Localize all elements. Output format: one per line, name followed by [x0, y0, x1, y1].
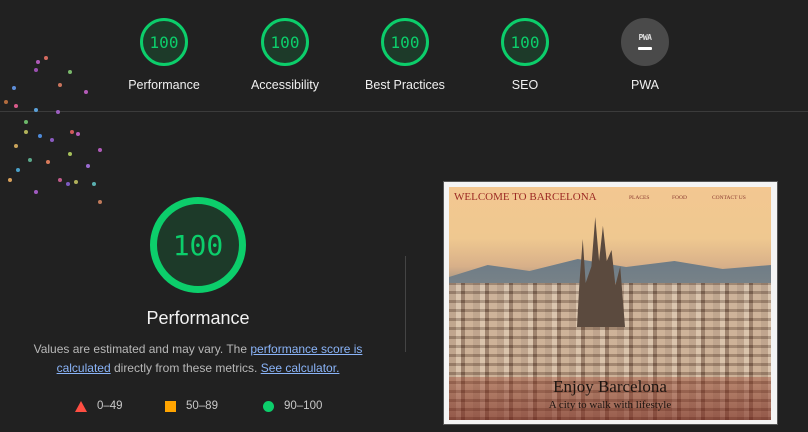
- confetti-decoration: [0, 40, 120, 220]
- description-text: Values are estimated and may vary. The: [33, 342, 251, 356]
- confetti-dot: [56, 110, 60, 114]
- confetti-dot: [36, 60, 40, 64]
- see-calculator-link[interactable]: See calculator.: [261, 361, 340, 375]
- gauge-accessibility[interactable]: 100 Accessibility: [225, 18, 345, 92]
- score-ring: 100: [140, 18, 188, 66]
- gauge-pwa[interactable]: PWA PWA: [585, 18, 705, 92]
- score-ring: 100: [261, 18, 309, 66]
- score-value: 100: [149, 32, 179, 52]
- barcelona-page-screenshot: WELCOME TO BARCELONA PLACES FOOD CONTACT…: [449, 187, 771, 420]
- fail-triangle-icon: [75, 400, 87, 412]
- score-value: 100: [270, 32, 300, 52]
- confetti-dot: [92, 182, 96, 186]
- confetti-dot: [16, 168, 20, 172]
- site-nav-places: PLACES: [629, 195, 650, 201]
- average-square-icon: [165, 400, 176, 412]
- confetti-dot: [86, 164, 90, 168]
- confetti-dot: [12, 86, 16, 90]
- confetti-dot: [34, 68, 38, 72]
- confetti-dot: [50, 138, 54, 142]
- confetti-dot: [24, 120, 28, 124]
- section-divider: [405, 256, 406, 352]
- confetti-dot: [24, 130, 28, 134]
- confetti-dot: [46, 160, 50, 164]
- gauge-seo[interactable]: 100 SEO: [465, 18, 585, 92]
- confetti-dot: [8, 178, 12, 182]
- legend-label: 0–49: [97, 400, 123, 412]
- gauge-label: SEO: [511, 78, 539, 92]
- hero-subtitle: A city to walk with lifestyle: [548, 399, 672, 411]
- performance-score-gauge: 100: [150, 197, 246, 293]
- description-text: directly from these metrics.: [110, 361, 261, 375]
- score-value: 100: [510, 32, 540, 52]
- pwa-badge-icon: PWA: [621, 18, 669, 66]
- confetti-dot: [34, 190, 38, 194]
- confetti-dot: [28, 158, 32, 162]
- pwa-badge-text: PWA: [638, 32, 652, 42]
- site-title: WELCOME TO BARCELONA: [454, 191, 597, 203]
- performance-title: Performance: [146, 308, 250, 328]
- gauge-performance[interactable]: 100 Performance: [104, 18, 224, 92]
- gauge-label: PWA: [630, 78, 659, 92]
- gauge-label: Accessibility: [250, 78, 320, 92]
- confetti-dot: [44, 56, 48, 60]
- confetti-dot: [84, 90, 88, 94]
- pwa-dash-icon: [638, 46, 652, 50]
- confetti-dot: [14, 104, 18, 108]
- confetti-dot: [14, 144, 18, 148]
- confetti-dot: [58, 83, 62, 87]
- final-screenshot-thumbnail[interactable]: WELCOME TO BARCELONA PLACES FOOD CONTACT…: [443, 181, 778, 425]
- confetti-dot: [34, 108, 38, 112]
- legend-item-pass: 90–100: [263, 400, 322, 412]
- confetti-dot: [66, 182, 70, 186]
- confetti-dot: [70, 130, 74, 134]
- legend-item-average: 50–89: [165, 400, 218, 412]
- confetti-dot: [98, 200, 102, 204]
- gauge-label: Performance: [128, 78, 200, 92]
- gauge-label: Best Practices: [365, 78, 445, 92]
- score-ring: 100: [501, 18, 549, 66]
- score-ring: 100: [381, 18, 429, 66]
- pass-circle-icon: [263, 400, 274, 412]
- legend-label: 90–100: [284, 400, 323, 412]
- confetti-dot: [76, 132, 80, 136]
- confetti-dot: [58, 178, 62, 182]
- confetti-dot: [74, 180, 78, 184]
- performance-description: Values are estimated and may vary. The p…: [28, 340, 368, 378]
- confetti-dot: [68, 70, 72, 74]
- gauge-best-practices[interactable]: 100 Best Practices: [345, 18, 465, 92]
- hero-title: Enjoy Barcelona: [553, 377, 667, 396]
- site-nav-contact: CONTACT US: [712, 195, 746, 201]
- legend-label: 50–89: [186, 400, 218, 412]
- confetti-dot: [4, 100, 8, 104]
- confetti-dot: [68, 152, 72, 156]
- confetti-dot: [98, 148, 102, 152]
- legend-item-fail: 0–49: [75, 400, 123, 412]
- score-legend: 0–49 50–89 90–100: [70, 400, 350, 416]
- confetti-dot: [38, 134, 42, 138]
- performance-score-value: 100: [172, 228, 224, 262]
- site-nav-food: FOOD: [672, 195, 687, 201]
- score-value: 100: [390, 32, 420, 52]
- category-scores-bar: 100 Performance 100 Accessibility 100 Be…: [0, 0, 808, 112]
